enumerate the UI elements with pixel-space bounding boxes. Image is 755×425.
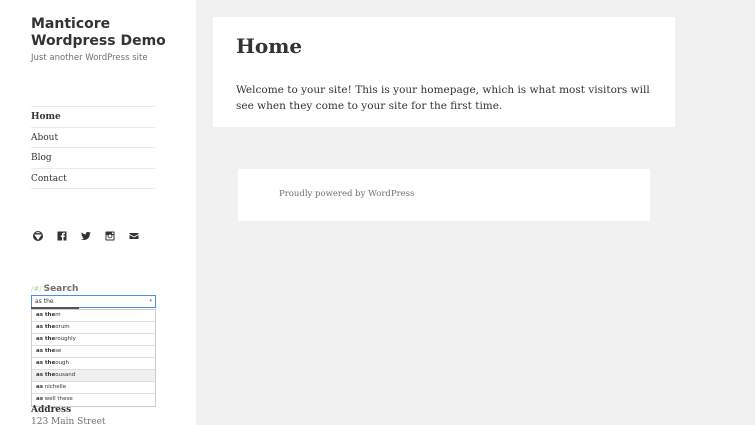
suggestion-rest: orum bbox=[55, 324, 70, 330]
suggestion-match: as the bbox=[36, 348, 56, 354]
autocomplete-item[interactable]: as theousand bbox=[32, 370, 155, 382]
nav-item-home[interactable]: Home bbox=[31, 107, 155, 128]
suggestion-match: as the bbox=[36, 312, 56, 318]
main-navigation: Home About Blog Contact bbox=[31, 106, 155, 189]
twitter-icon[interactable] bbox=[79, 229, 92, 242]
suggestion-match: as the bbox=[36, 336, 56, 342]
facebook-icon[interactable] bbox=[55, 229, 68, 242]
page-content: Welcome to your site! This is your homep… bbox=[236, 84, 650, 112]
address-line: 123 Main Street bbox=[31, 417, 106, 425]
suggestion-match: as the bbox=[36, 360, 56, 366]
suggestion-rest: well these bbox=[43, 396, 73, 402]
autocomplete-list: as them as theorum as theroughly as thes… bbox=[31, 309, 156, 407]
site-description: Just another WordPress site bbox=[31, 53, 148, 63]
address-widget-title: Address bbox=[31, 405, 72, 415]
site-footer: Proudly powered by WordPress bbox=[238, 169, 650, 221]
nav-item-contact[interactable]: Contact bbox=[31, 169, 155, 189]
search-label: Search bbox=[43, 284, 79, 294]
nav-item-about[interactable]: About bbox=[31, 128, 155, 148]
autocomplete-item[interactable]: as nichelle bbox=[32, 382, 155, 394]
suggestion-match: as the bbox=[36, 372, 56, 378]
search-widget-title: /#/Search bbox=[31, 284, 78, 294]
email-icon[interactable] bbox=[127, 229, 140, 242]
dropdown-arrow-icon: ▾ bbox=[149, 298, 152, 304]
suggestion-rest: m bbox=[55, 312, 61, 318]
page-title: Home bbox=[236, 34, 303, 58]
sidebar: Manticore Wordpress Demo Just another Wo… bbox=[0, 0, 196, 425]
suggestion-rest: se bbox=[55, 348, 62, 354]
wordpress-icon[interactable] bbox=[31, 229, 44, 242]
search-badge: /#/ bbox=[31, 285, 42, 293]
suggestion-match: as bbox=[36, 396, 43, 402]
suggestion-rest: ousand bbox=[55, 372, 76, 378]
autocomplete-item[interactable]: as theorum bbox=[32, 322, 155, 334]
powered-by-link[interactable]: Proudly powered by WordPress bbox=[279, 189, 414, 199]
site-title[interactable]: Manticore Wordpress Demo bbox=[31, 16, 181, 50]
nav-item-blog[interactable]: Blog bbox=[31, 148, 155, 169]
suggestion-rest: ough bbox=[55, 360, 70, 366]
search-input-value: as the bbox=[35, 298, 54, 305]
autocomplete-item[interactable]: as them bbox=[32, 310, 155, 322]
page-card: Home Welcome to your site! This is your … bbox=[213, 17, 675, 127]
suggestion-rest: nichelle bbox=[43, 384, 67, 390]
suggestion-match: as bbox=[36, 384, 43, 390]
suggestion-rest: roughly bbox=[55, 336, 76, 342]
social-links bbox=[31, 229, 140, 242]
instagram-icon[interactable] bbox=[103, 229, 116, 242]
autocomplete-item[interactable]: as theough bbox=[32, 358, 155, 370]
autocomplete-item[interactable]: as theroughly bbox=[32, 334, 155, 346]
autocomplete-item[interactable]: as these bbox=[32, 346, 155, 358]
suggestion-match: as the bbox=[36, 324, 56, 330]
